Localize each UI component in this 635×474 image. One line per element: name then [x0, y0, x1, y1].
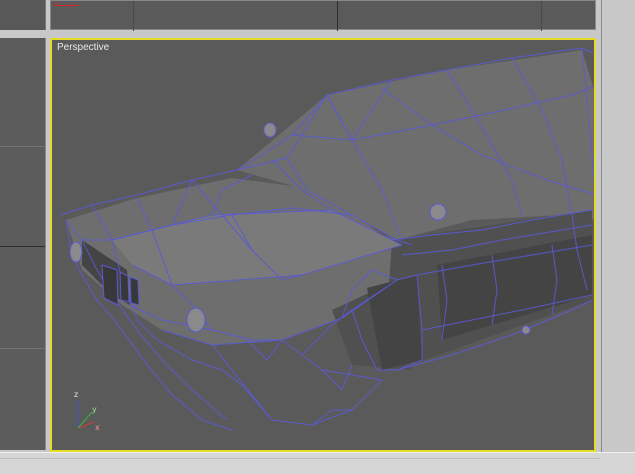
top-viewport[interactable] — [50, 0, 596, 31]
grid-line — [337, 1, 338, 31]
axis-z-label: z — [74, 390, 78, 399]
grid-line — [133, 1, 134, 31]
bottom-divider — [0, 458, 600, 459]
left-viewport[interactable] — [0, 38, 46, 450]
grid-line — [0, 246, 45, 247]
grid-line — [0, 146, 45, 147]
perspective-viewport[interactable]: z y x Perspective — [50, 38, 596, 452]
viewport-label[interactable]: Perspective — [57, 42, 109, 53]
axis-gizmo-icon — [55, 1, 78, 6]
axis-x-label: x — [95, 423, 100, 432]
axis-y-label: y — [92, 405, 97, 414]
bottom-status-bar — [0, 452, 635, 474]
top-left-viewport[interactable] — [0, 0, 46, 30]
panel-divider — [601, 0, 602, 473]
grid-line — [0, 348, 45, 349]
grid-line — [541, 1, 542, 31]
car-wireframe-render: z y x — [59, 47, 594, 432]
command-panel-edge — [598, 0, 635, 473]
